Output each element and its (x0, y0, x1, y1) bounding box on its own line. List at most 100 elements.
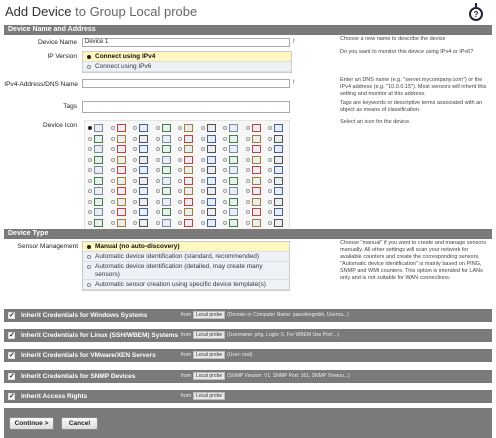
device-icon-option[interactable] (110, 155, 132, 165)
radio-icon[interactable] (110, 178, 115, 183)
device-icon-option[interactable] (222, 155, 244, 165)
device-icon-option[interactable] (155, 144, 177, 154)
radio-icon[interactable] (268, 220, 272, 225)
radio-icon[interactable] (223, 157, 227, 162)
radio-icon[interactable] (200, 199, 205, 204)
radio-icon[interactable] (155, 136, 160, 141)
device-icon-option[interactable] (200, 155, 222, 165)
radio-icon[interactable] (178, 178, 182, 183)
probe-link[interactable]: Local probe (193, 350, 226, 359)
device-icon-option[interactable] (245, 197, 267, 207)
device-icon-option[interactable] (110, 144, 132, 154)
device-icon-option[interactable] (200, 176, 222, 186)
device-icon-option[interactable] (200, 197, 222, 207)
device-icon-option[interactable] (155, 155, 177, 165)
radio-icon[interactable] (155, 147, 160, 151)
device-icon-option[interactable] (245, 207, 267, 217)
device-icon-option[interactable] (155, 218, 177, 228)
device-icon-option[interactable] (132, 155, 154, 165)
device-icon-option[interactable] (267, 165, 289, 175)
radio-icon[interactable] (245, 199, 250, 204)
device-icon-option[interactable] (267, 144, 289, 154)
device-icon-option[interactable] (222, 134, 244, 144)
radio-icon[interactable] (200, 157, 205, 162)
radio-icon[interactable] (133, 199, 137, 204)
device-icon-option[interactable] (177, 176, 199, 186)
radio-icon[interactable] (133, 157, 137, 162)
checkbox-checked-icon[interactable] (8, 309, 15, 322)
radio-icon[interactable] (178, 220, 182, 225)
radio-icon[interactable] (178, 189, 182, 193)
tags-input[interactable] (82, 101, 290, 113)
device-icon-option[interactable] (177, 218, 199, 228)
device-icon-option[interactable] (222, 123, 244, 133)
radio-icon[interactable] (200, 178, 205, 183)
probe-link[interactable]: Local probe (193, 330, 226, 339)
device-icon-option[interactable] (267, 218, 289, 228)
radio-icon[interactable] (133, 210, 137, 214)
device-icon-option[interactable] (155, 134, 177, 144)
ip-option-ipv6[interactable]: Connect using IPv6 (83, 62, 291, 72)
device-icon-option[interactable] (110, 123, 132, 133)
probe-link[interactable]: Local probe (193, 310, 226, 319)
device-icon-option[interactable] (87, 218, 109, 228)
device-icon-option[interactable] (245, 144, 267, 154)
device-icon-option[interactable] (87, 123, 109, 133)
device-icon-option[interactable] (200, 134, 222, 144)
checkbox-checked-icon[interactable] (8, 370, 15, 383)
device-icon-option[interactable] (87, 197, 109, 207)
radio-icon[interactable] (245, 210, 250, 214)
device-icon-option[interactable] (267, 134, 289, 144)
checkbox-checked-icon[interactable] (8, 349, 15, 362)
radio-icon[interactable] (268, 210, 272, 214)
device-icon-option[interactable] (132, 123, 154, 133)
radio-icon[interactable] (268, 178, 272, 183)
probe-link[interactable]: Local probe (193, 371, 226, 380)
device-icon-option[interactable] (155, 123, 177, 133)
radio-icon[interactable] (223, 220, 227, 225)
device-icon-option[interactable] (267, 186, 289, 196)
device-icon-option[interactable] (87, 207, 109, 217)
radio-icon[interactable] (223, 168, 227, 172)
device-icon-option[interactable] (132, 197, 154, 207)
radio-icon[interactable] (245, 126, 250, 130)
sensor-option-auto-standard[interactable]: Automatic device identification (standar… (83, 252, 289, 262)
radio-icon[interactable] (110, 157, 115, 162)
device-icon-option[interactable] (177, 165, 199, 175)
radio-icon[interactable] (223, 136, 227, 141)
radio-icon[interactable] (155, 157, 160, 162)
inherit-linux-credentials[interactable]: Inherit Credentials for Linux (SSH/WBEM)… (4, 329, 492, 342)
radio-icon[interactable] (88, 210, 92, 214)
radio-icon[interactable] (88, 168, 92, 172)
device-icon-option[interactable] (155, 186, 177, 196)
device-icon-option[interactable] (200, 123, 222, 133)
radio-icon[interactable] (178, 136, 182, 141)
radio-icon[interactable] (268, 189, 272, 193)
device-icon-option[interactable] (87, 176, 109, 186)
radio-icon[interactable] (268, 157, 272, 162)
device-icon-option[interactable] (267, 207, 289, 217)
device-icon-option[interactable] (155, 176, 177, 186)
radio-icon[interactable] (88, 189, 92, 193)
radio-icon[interactable] (178, 157, 182, 162)
radio-icon[interactable] (133, 168, 137, 172)
device-icon-option[interactable] (110, 218, 132, 228)
help-icon[interactable]: ? (469, 3, 483, 21)
radio-icon[interactable] (268, 168, 272, 172)
device-icon-option[interactable] (245, 176, 267, 186)
device-icon-option[interactable] (132, 207, 154, 217)
device-icon-option[interactable] (222, 165, 244, 175)
device-icon-option[interactable] (200, 144, 222, 154)
inherit-snmp-credentials[interactable]: Inherit Credentials for SNMP Devices fro… (4, 370, 492, 383)
radio-icon[interactable] (133, 189, 137, 193)
device-icon-option[interactable] (132, 144, 154, 154)
inherit-vmware-credentials[interactable]: Inherit Credentials for VMware/XEN Serve… (4, 349, 492, 362)
inherit-windows-credentials[interactable]: Inherit Credentials for Windows Systems … (4, 309, 492, 322)
radio-icon[interactable] (245, 189, 250, 193)
radio-icon[interactable] (200, 210, 205, 214)
sensor-option-manual[interactable]: Manual (no auto-discovery) (83, 242, 289, 252)
radio-icon[interactable] (88, 147, 92, 151)
device-icon-option[interactable] (132, 165, 154, 175)
radio-icon[interactable] (88, 220, 92, 225)
device-icon-option[interactable] (110, 134, 132, 144)
